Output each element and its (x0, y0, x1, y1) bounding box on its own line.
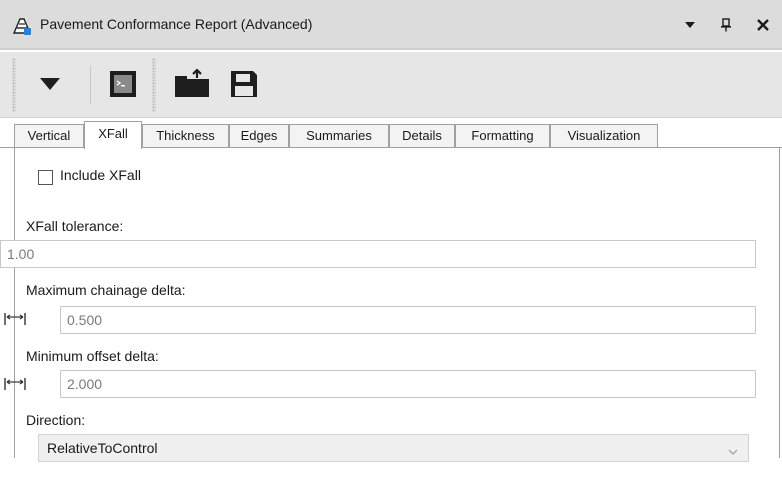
distance-delta-icon (4, 311, 26, 327)
toolbar-grip-handle[interactable] (152, 58, 156, 112)
direction-label: Direction: (26, 412, 86, 428)
include-xfall-checkbox-row[interactable]: Include XFall (38, 164, 141, 185)
tab-xfall[interactable]: XFall (84, 121, 142, 149)
pin-icon[interactable] (715, 14, 737, 36)
maximum-chainage-delta-label: Maximum chainage delta: (26, 282, 186, 298)
close-icon[interactable] (752, 14, 774, 36)
open-folder-icon[interactable] (172, 66, 212, 102)
tab-details[interactable]: Details (389, 124, 455, 148)
tab-edges[interactable]: Edges (229, 124, 289, 148)
distance-delta-icon (4, 376, 26, 392)
title-bar: Pavement Conformance Report (Advanced) (0, 0, 782, 50)
save-icon[interactable] (224, 66, 264, 102)
toolbar-menu-dropdown-icon[interactable] (30, 66, 70, 102)
maximum-chainage-delta-input[interactable] (60, 306, 756, 334)
toolbar-grip-handle[interactable] (12, 58, 16, 112)
xfall-tolerance-label: XFall tolerance: (26, 218, 124, 234)
tab-strip: Vertical XFall Thickness Edges Summaries… (0, 120, 782, 149)
minimum-offset-delta-label: Minimum offset delta: (26, 348, 159, 364)
direction-select-value: RelativeToControl (47, 440, 158, 456)
tab-visualization[interactable]: Visualization (550, 124, 658, 148)
window-title: Pavement Conformance Report (Advanced) (40, 16, 313, 32)
tab-summaries[interactable]: Summaries (289, 124, 389, 148)
toolbar-separator (90, 66, 91, 104)
xfall-panel (14, 148, 780, 458)
tab-formatting[interactable]: Formatting (455, 124, 550, 148)
include-xfall-checkbox[interactable] (38, 170, 53, 185)
direction-select[interactable]: RelativeToControl (38, 434, 749, 462)
toolbar (0, 52, 782, 118)
xfall-tolerance-input[interactable] (0, 240, 756, 268)
app-logo-icon (12, 16, 32, 36)
tab-vertical[interactable]: Vertical (14, 124, 84, 148)
console-window-icon[interactable] (106, 66, 140, 102)
minimum-offset-delta-input[interactable] (60, 370, 756, 398)
window-menu-dropdown-icon[interactable] (679, 14, 701, 36)
chevron-down-icon (728, 443, 738, 459)
tab-thickness[interactable]: Thickness (142, 124, 229, 148)
include-xfall-label: Include XFall (60, 166, 141, 183)
